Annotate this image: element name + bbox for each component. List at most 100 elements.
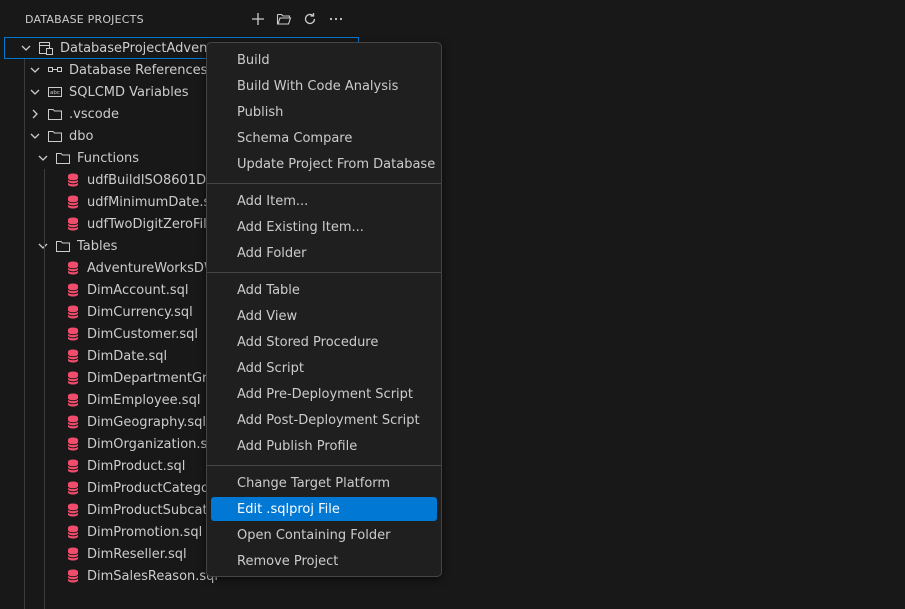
menu-item-remove-project[interactable]: Remove Project (211, 549, 437, 573)
menu-item-label: Add View (237, 308, 298, 324)
database-icon (65, 480, 81, 496)
tree-item-label: DimProduct.sql (87, 458, 186, 474)
tree-item-label: udfMinimumDate.sql (87, 194, 223, 210)
menu-item-label: Schema Compare (237, 130, 353, 146)
header-actions (248, 8, 346, 30)
tree-item-label: DimCurrency.sql (87, 304, 193, 320)
menu-separator (207, 272, 441, 273)
chevron-down-icon[interactable] (35, 150, 51, 166)
database-icon (65, 194, 81, 210)
folder-icon (55, 150, 71, 166)
chevron-down-icon[interactable] (27, 62, 43, 78)
menu-item-add-post-deployment-script[interactable]: Add Post-Deployment Script (211, 408, 437, 432)
chevron-down-icon[interactable] (27, 84, 43, 100)
database-icon (65, 348, 81, 364)
menu-item-add-table[interactable]: Add Table (211, 278, 437, 302)
folder-icon (47, 106, 63, 122)
tree-item-label: DimAccount.sql (87, 282, 189, 298)
more-actions-button[interactable] (326, 8, 346, 30)
menu-item-add-pre-deployment-script[interactable]: Add Pre-Deployment Script (211, 382, 437, 406)
folder-icon (47, 128, 63, 144)
tree-item-label: Database References (69, 62, 208, 78)
context-menu: Build Build With Code Analysis Publish Sche… (206, 42, 442, 577)
menu-item-label: Add Table (237, 282, 300, 298)
menu-item-add-item[interactable]: Add Item... (211, 189, 437, 213)
menu-item-label: Build (237, 52, 270, 68)
menu-item-change-target-platform[interactable]: Change Target Platform (211, 471, 437, 495)
menu-item-add-existing-item[interactable]: Add Existing Item... (211, 215, 437, 239)
references-icon (47, 62, 63, 78)
menu-item-schema-compare[interactable]: Schema Compare (211, 126, 437, 150)
menu-item-build-with-code-analysis[interactable]: Build With Code Analysis (211, 74, 437, 98)
menu-item-build[interactable]: Build (211, 48, 437, 72)
database-icon (65, 414, 81, 430)
tree-item-label: DimPromotion.sql (87, 524, 203, 540)
menu-item-label: Open Containing Folder (237, 527, 391, 543)
database-icon (65, 436, 81, 452)
chevron-down-icon[interactable] (27, 128, 43, 144)
new-project-button[interactable] (248, 8, 268, 30)
database-icon (65, 172, 81, 188)
chevron-down-icon[interactable] (35, 238, 51, 254)
svg-text:abc: abc (50, 90, 60, 96)
menu-item-publish[interactable]: Publish (211, 100, 437, 124)
folder-open-icon (276, 13, 292, 25)
database-projects-panel: DATABASE PROJECTS DatabaseProjectAdventu… (0, 0, 905, 609)
folder-icon (55, 238, 71, 254)
database-icon (65, 370, 81, 386)
menu-separator (207, 465, 441, 466)
menu-item-label: Add Stored Procedure (237, 334, 379, 350)
menu-item-label: Add Post-Deployment Script (237, 412, 420, 428)
menu-item-label: Add Script (237, 360, 305, 376)
menu-item-label: Edit .sqlproj File (237, 501, 340, 517)
database-icon (65, 524, 81, 540)
menu-item-label: Add Folder (237, 245, 307, 261)
database-icon (65, 502, 81, 518)
tree-item-label: dbo (69, 128, 94, 144)
menu-item-add-stored-procedure[interactable]: Add Stored Procedure (211, 330, 437, 354)
indent-guide (44, 169, 45, 609)
plus-icon (252, 13, 264, 25)
project-icon (38, 40, 54, 56)
menu-item-label: Add Pre-Deployment Script (237, 386, 414, 402)
menu-item-label: Update Project From Database (237, 156, 436, 172)
ellipsis-icon (329, 17, 343, 21)
menu-item-label: Remove Project (237, 553, 339, 569)
open-project-button[interactable] (274, 8, 294, 30)
refresh-icon (304, 13, 316, 25)
menu-item-update-project-from-database[interactable]: Update Project From Database (211, 152, 437, 176)
menu-item-label: Publish (237, 104, 284, 120)
menu-item-label: Add Existing Item... (237, 219, 364, 235)
tree-item-label: Tables (77, 238, 118, 254)
tree-item-label: Functions (77, 150, 140, 166)
menu-item-add-folder[interactable]: Add Folder (211, 241, 437, 265)
panel-header: DATABASE PROJECTS (0, 0, 360, 38)
tree-item-label: DimCustomer.sql (87, 326, 199, 342)
menu-item-label: Build With Code Analysis (237, 78, 399, 94)
chevron-right-icon[interactable] (27, 106, 43, 122)
chevron-down-icon[interactable] (18, 40, 34, 56)
tree-item-label: DimGeography.sql (87, 414, 206, 430)
database-icon (65, 216, 81, 232)
menu-item-add-view[interactable]: Add View (211, 304, 437, 328)
tree-item-label: DimOrganization.sql (87, 436, 220, 452)
database-icon (65, 304, 81, 320)
menu-item-open-containing-folder[interactable]: Open Containing Folder (211, 523, 437, 547)
tree-item-label: .vscode (69, 106, 119, 122)
database-icon (65, 546, 81, 562)
database-icon (65, 326, 81, 342)
menu-item-label: Add Publish Profile (237, 438, 358, 454)
database-icon (65, 392, 81, 408)
sqlcmd-icon: abc (47, 84, 63, 100)
menu-item-label: Add Item... (237, 193, 309, 209)
menu-item-add-publish-profile[interactable]: Add Publish Profile (211, 434, 437, 458)
tree-item-label: DimSalesReason.sql (87, 568, 219, 584)
database-icon (65, 282, 81, 298)
menu-item-edit-sqlproj-file[interactable]: Edit .sqlproj File (211, 497, 437, 521)
indent-guide (24, 59, 25, 609)
database-icon (65, 458, 81, 474)
database-icon (65, 568, 81, 584)
menu-item-label: Change Target Platform (237, 475, 391, 491)
menu-item-add-script[interactable]: Add Script (211, 356, 437, 380)
refresh-button[interactable] (300, 8, 320, 30)
